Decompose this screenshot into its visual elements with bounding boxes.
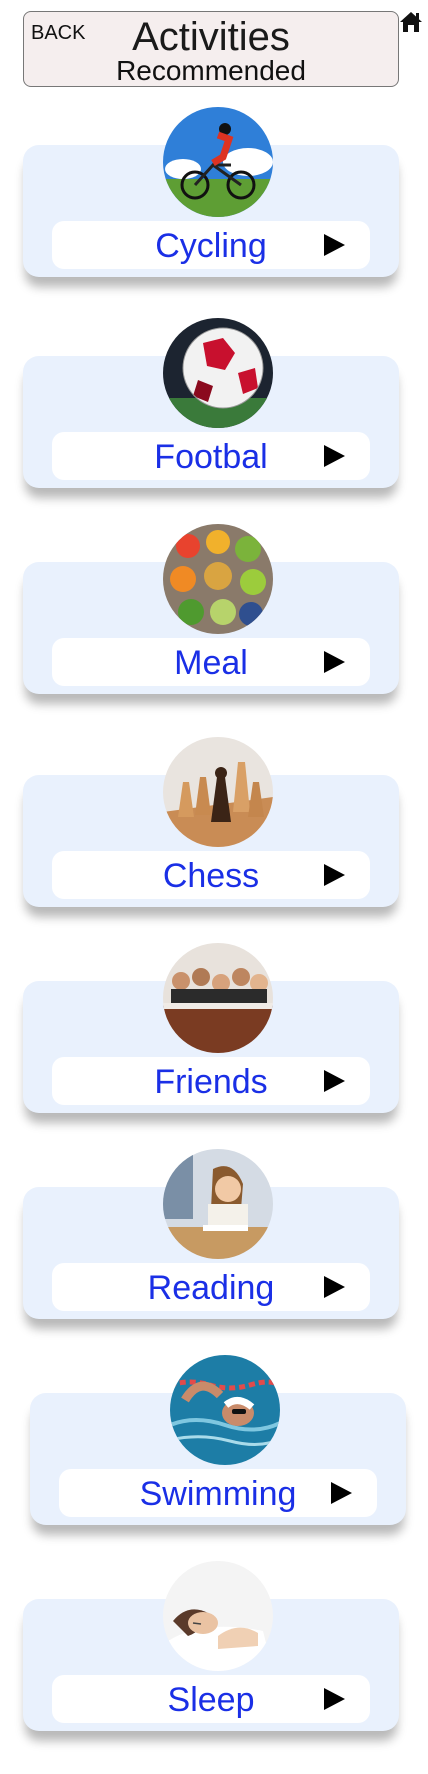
arrow-right-icon bbox=[324, 864, 345, 886]
arrow-right-icon bbox=[331, 1482, 352, 1504]
activity-button-sleep[interactable]: Sleep bbox=[52, 1675, 370, 1723]
arrow-right-icon bbox=[324, 1070, 345, 1092]
activity-button-friends[interactable]: Friends bbox=[52, 1057, 370, 1105]
swimming-icon bbox=[170, 1355, 280, 1465]
friends-icon bbox=[163, 943, 273, 1053]
arrow-right-icon bbox=[324, 1276, 345, 1298]
activity-button-cycling[interactable]: Cycling bbox=[52, 221, 370, 269]
activity-button-meal[interactable]: Meal bbox=[52, 638, 370, 686]
home-icon[interactable] bbox=[398, 10, 424, 34]
activity-button-reading[interactable]: Reading bbox=[52, 1263, 370, 1311]
header-bar: BACK Activities Recommended bbox=[23, 11, 399, 87]
chess-icon bbox=[163, 737, 273, 847]
arrow-right-icon bbox=[324, 651, 345, 673]
meal-icon bbox=[163, 524, 273, 634]
activity-button-chess[interactable]: Chess bbox=[52, 851, 370, 899]
arrow-right-icon bbox=[324, 234, 345, 256]
activity-button-football[interactable]: Footbal bbox=[52, 432, 370, 480]
arrow-right-icon bbox=[324, 1688, 345, 1710]
sleep-icon bbox=[163, 1561, 273, 1671]
cycling-icon bbox=[163, 107, 273, 217]
page-subtitle: Recommended bbox=[116, 55, 306, 86]
page-title: Activities bbox=[132, 15, 290, 59]
activity-button-swimming[interactable]: Swimming bbox=[59, 1469, 377, 1517]
football-icon bbox=[163, 318, 273, 428]
activities-screen: BACK Activities Recommended Cycling Foot… bbox=[0, 0, 428, 1774]
arrow-right-icon bbox=[324, 445, 345, 467]
reading-icon bbox=[163, 1149, 273, 1259]
